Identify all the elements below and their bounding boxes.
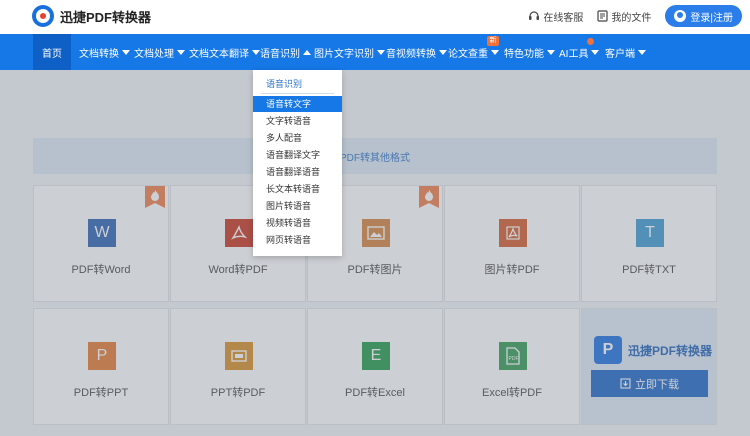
nav-label: 文档文本翻译 <box>189 48 249 60</box>
dropdown-item-speech-translate-text[interactable]: 语音翻译文字 <box>253 147 342 163</box>
logo-icon <box>32 5 54 27</box>
chevron-down-icon <box>547 49 555 55</box>
file-icon <box>597 10 608 22</box>
dropdown-title: 语音识别 <box>266 79 303 89</box>
nav-label: 文档处理 <box>134 48 174 60</box>
nav-label: 语音识别 <box>260 48 300 60</box>
dropdown-item-video-to-speech[interactable]: 视频转语音 <box>253 215 342 231</box>
nav-label: 首页 <box>42 48 62 60</box>
nav-item-home[interactable]: 首页 <box>33 34 71 70</box>
chevron-down-icon <box>638 49 646 55</box>
nav-item-speech-recognition[interactable]: 语音识别 <box>260 34 311 70</box>
header-actions: 在线客服 我的文件 登录|注册 <box>528 5 742 27</box>
nav-item-image-ocr[interactable]: 图片文字识别 <box>314 34 385 70</box>
user-icon <box>674 10 687 22</box>
new-badge: 新 <box>487 36 499 46</box>
nav-item-av-convert[interactable]: 音视频转换 <box>386 34 447 70</box>
online-service-label: 在线客服 <box>543 12 584 24</box>
chevron-down-icon <box>591 49 600 55</box>
logo[interactable]: 迅捷PDF转换器 <box>32 5 151 27</box>
my-files-label: 我的文件 <box>611 12 652 24</box>
chevron-up-icon <box>303 49 311 55</box>
nav-item-doc-process[interactable]: 文档处理 <box>134 34 185 70</box>
chevron-down-icon <box>122 49 130 55</box>
nav-label: 客户端 <box>605 48 635 60</box>
dropdown-item-webpage-to-speech[interactable]: 网页转语音 <box>253 232 342 248</box>
online-service-link[interactable]: 在线客服 <box>528 9 583 24</box>
modal-overlay[interactable] <box>0 70 750 436</box>
notification-dot <box>587 38 594 45</box>
my-files-link[interactable]: 我的文件 <box>597 9 651 24</box>
chevron-down-icon <box>252 49 260 55</box>
nav-item-features[interactable]: 特色功能 <box>504 34 555 70</box>
dropdown-divider <box>261 93 334 94</box>
nav-label: 音视频转换 <box>386 48 436 60</box>
header: 迅捷PDF转换器 在线客服 我的文件 登录|注册 <box>0 0 750 34</box>
headset-icon <box>529 11 540 20</box>
main-nav: 首页 文档转换 文档处理 文档文本翻译 语音识别 图片文字识别 音视频转换 论文… <box>0 34 750 70</box>
speech-recognition-dropdown: 语音识别 语音转文字 文字转语音 多人配音 语音翻译文字 语音翻译语音 长文本转… <box>253 70 342 256</box>
nav-label: AI工具 <box>559 48 589 60</box>
nav-label: 文档转换 <box>79 48 119 60</box>
dropdown-item-image-to-speech[interactable]: 图片转语音 <box>253 198 342 214</box>
login-register-button[interactable]: 登录|注册 <box>665 5 742 27</box>
chevron-down-icon <box>491 49 499 55</box>
dropdown-item-speech-to-text[interactable]: 语音转文字 <box>253 96 342 112</box>
nav-label: 图片文字识别 <box>314 48 374 60</box>
dropdown-item-speech-translate-speech[interactable]: 语音翻译语音 <box>253 164 342 180</box>
nav-item-doc-translate[interactable]: 文档文本翻译 <box>189 34 260 70</box>
login-register-label: 登录|注册 <box>690 12 733 24</box>
nav-label: 特色功能 <box>504 48 544 60</box>
chevron-down-icon <box>377 49 385 55</box>
dropdown-item-text-to-speech[interactable]: 文字转语音 <box>253 113 342 129</box>
nav-label: 论文查重 <box>448 48 488 60</box>
dropdown-item-multi-voice[interactable]: 多人配音 <box>253 130 342 146</box>
logo-text: 迅捷PDF转换器 <box>60 9 152 25</box>
chevron-down-icon <box>177 49 185 55</box>
nav-item-client[interactable]: 客户端 <box>605 34 646 70</box>
dropdown-item-long-text-to-speech[interactable]: 长文本转语音 <box>253 181 342 197</box>
chevron-down-icon <box>439 49 447 55</box>
nav-item-doc-convert[interactable]: 文档转换 <box>79 34 130 70</box>
